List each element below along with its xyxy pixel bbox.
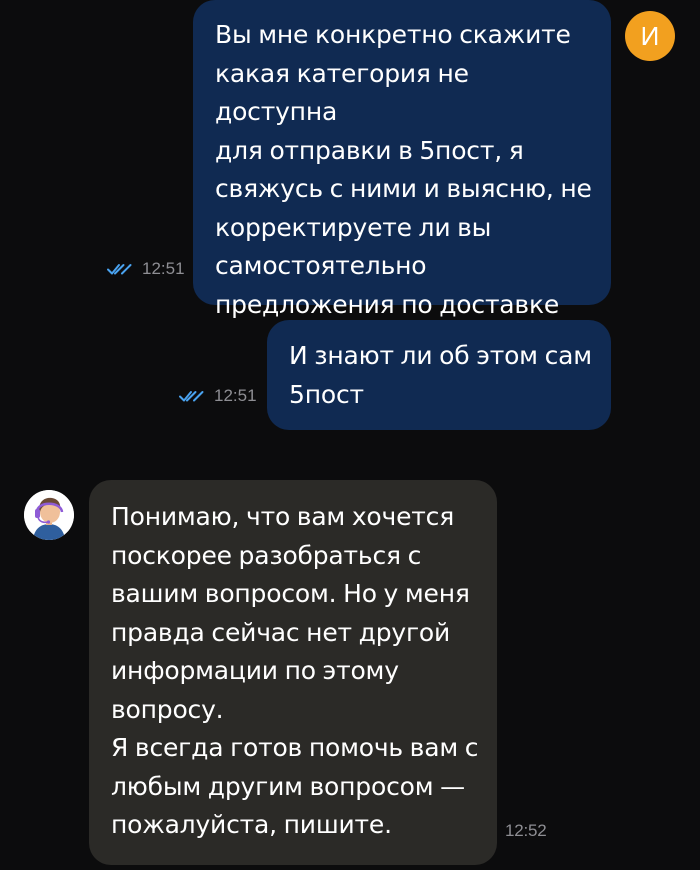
message-time: 12:51 [142,259,185,278]
avatar-initial: И [640,20,660,51]
message-text: Вы мне конкретно скажите какая категория… [215,20,592,319]
double-check-icon [179,391,204,402]
message-time: 12:52 [505,821,547,840]
message-meta: 12:51 [178,386,257,406]
outgoing-message-bubble[interactable]: И знают ли об этом сам 5пост [267,320,611,430]
outgoing-message-bubble[interactable]: Вы мне конкретно скажите какая категория… [193,0,611,319]
double-check-icon [107,264,132,275]
message-meta: 12:51 [106,259,185,279]
chat-view: 12:51 Вы мне конкретно скажите какая кат… [0,0,700,870]
support-agent-avatar-icon[interactable] [24,490,74,540]
message-text: Понимаю, что вам хочется поскорее разобр… [111,502,479,839]
incoming-message-bubble[interactable]: Понимаю, что вам хочется поскорее разобр… [89,480,547,865]
support-agent-illustration [24,490,74,540]
user-avatar[interactable]: И [625,11,675,61]
message-text: И знают ли об этом сам 5пост [289,341,592,409]
message-time: 12:51 [214,386,257,405]
